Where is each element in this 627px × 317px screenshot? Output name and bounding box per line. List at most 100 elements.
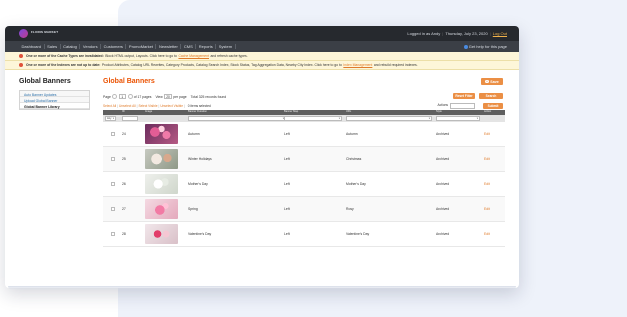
reset-filter-button[interactable]: Reset Filter: [453, 93, 475, 99]
view-label: View: [155, 94, 163, 99]
header-action: Action: [484, 110, 492, 113]
cache-message: One or more of the Cache Types are inval…: [5, 52, 519, 61]
row-id: 24: [122, 132, 126, 136]
banner-thumbnail: [145, 124, 178, 144]
nav-dashboard[interactable]: Dashboard: [19, 44, 45, 49]
submit-button[interactable]: Submit: [483, 103, 503, 109]
sidebar: Auto Banner Updates Upload Global Banner…: [19, 90, 90, 110]
page-input[interactable]: 1: [118, 94, 126, 99]
row-edit-link[interactable]: Edit: [484, 207, 505, 211]
page-label: Page: [103, 94, 111, 99]
logout-link[interactable]: Log Out: [493, 31, 507, 36]
row-position: Left: [284, 132, 290, 136]
save-button[interactable]: + Save: [481, 78, 503, 85]
table-row[interactable]: 24 Autumn Left Autumn Archived Edit: [103, 122, 505, 147]
help-link[interactable]: Get help for this page: [463, 44, 507, 49]
row-edit-link[interactable]: Edit: [484, 232, 505, 236]
grid-body: 24 Autumn Left Autumn Archived Edit 25 W…: [103, 122, 505, 247]
row-position: Left: [284, 232, 290, 236]
header-image: Image: [145, 110, 153, 113]
header-duration[interactable]: Banner Duration: [180, 110, 284, 115]
row-checkbox[interactable]: [111, 131, 115, 136]
header-map[interactable]: Banner Map: [284, 110, 346, 115]
plus-icon: +: [485, 78, 489, 84]
logo-icon[interactable]: [19, 29, 28, 38]
row-checkbox[interactable]: [111, 206, 115, 211]
row-position: Left: [284, 182, 290, 186]
total-records: Total 325 records found: [190, 94, 227, 99]
row-style: Rosy: [346, 207, 354, 211]
message-after: and rebuild required indexes.: [373, 63, 418, 67]
row-status: Archived: [436, 157, 450, 161]
page-title: Global Banners: [103, 78, 155, 85]
table-row[interactable]: 28 Valentine's Day Left Valentine's Day …: [103, 222, 505, 247]
header-checkbox-col: [103, 110, 118, 115]
select-visible-link[interactable]: Select Visible: [138, 104, 157, 108]
cache-management-link[interactable]: Cache Management: [178, 54, 209, 58]
chevron-down-icon: ▾: [476, 117, 478, 121]
chevron-down-icon: ▾: [338, 117, 340, 121]
error-icon: [19, 63, 23, 67]
next-page-button[interactable]: [127, 94, 133, 99]
row-status: Archived: [436, 132, 450, 136]
row-edit-link[interactable]: Edit: [484, 132, 505, 136]
nav-cms[interactable]: CMS: [181, 44, 197, 49]
logged-in-label: Logged in as Andy: [407, 31, 441, 36]
help-icon: [463, 44, 468, 49]
unselect-visible-link[interactable]: Unselect Visible: [160, 104, 183, 108]
mass-action-bar: Select All | Unselect All | Select Visible…: [103, 103, 505, 109]
nav-catalog[interactable]: Catalog: [61, 44, 81, 49]
banner-thumbnail: [145, 199, 178, 219]
message-after: and refresh cache types.: [210, 54, 248, 58]
row-edit-link[interactable]: Edit: [484, 182, 505, 186]
index-management-link[interactable]: Index Management: [343, 63, 372, 67]
nav-customers[interactable]: Customers: [101, 44, 127, 49]
row-id: 28: [122, 232, 126, 236]
filter-any-label: Any: [107, 117, 112, 121]
header-style[interactable]: Style: [436, 110, 484, 115]
table-row[interactable]: 26 Mother's Day Left Mother's Day Archiv…: [103, 172, 505, 197]
table-row[interactable]: 27 Spring Left Rosy Archived Edit: [103, 197, 505, 222]
message-bold: One or more of the Indexes are not up to…: [26, 63, 101, 67]
sidebar-item-library[interactable]: Global Banner Library: [20, 103, 89, 109]
row-status: Archived: [436, 207, 450, 211]
select-all-link[interactable]: Select All: [103, 104, 116, 108]
filter-id-input[interactable]: [122, 116, 138, 121]
banner-thumbnail: [145, 224, 178, 244]
main-panel: Global Banners + Save Page 1 of 17 pages …: [103, 78, 505, 247]
prev-page-button[interactable]: [111, 94, 117, 99]
actions-select[interactable]: [450, 103, 475, 109]
nav-newsletter[interactable]: Newsletter: [156, 44, 182, 49]
filter-url-select[interactable]: ▾: [346, 116, 432, 121]
filter-style-select[interactable]: ▾: [436, 116, 480, 121]
row-status: Archived: [436, 232, 450, 236]
filter-duration-select[interactable]: ▾: [188, 116, 284, 121]
admin-window: FLORIS MARKET Logged in as Andy | Thursday…: [5, 26, 519, 288]
nav-sales[interactable]: Sales: [45, 44, 61, 49]
actions-label: Actions: [437, 103, 448, 107]
search-button[interactable]: Search: [479, 93, 503, 99]
banner-thumbnail: [145, 149, 178, 169]
chevron-down-icon: ▾: [428, 117, 430, 121]
nav-promomarket[interactable]: PromoMarket: [126, 44, 157, 49]
row-checkbox[interactable]: [111, 231, 115, 236]
row-style: Valentine's Day: [346, 232, 370, 236]
nav-system[interactable]: System: [216, 44, 236, 49]
row-id: 27: [122, 207, 126, 211]
row-checkbox[interactable]: [111, 156, 115, 161]
row-edit-link[interactable]: Edit: [484, 157, 505, 161]
header-url[interactable]: URL: [346, 110, 436, 115]
row-checkbox[interactable]: [111, 181, 115, 186]
table-row[interactable]: 25 Winter Holidays Left Christmas Archiv…: [103, 147, 505, 172]
header-id[interactable]: ID: [118, 110, 145, 115]
window-shadow: [8, 286, 516, 290]
nav-vendors[interactable]: Vendors: [80, 44, 102, 49]
nav-reports[interactable]: Reports: [196, 44, 217, 49]
filter-map-select[interactable]: ▾: [284, 116, 342, 121]
per-page-select[interactable]: 20: [163, 94, 173, 99]
message-bold: One or more of the Cache Types are inval…: [26, 54, 104, 58]
filter-any-select[interactable]: Any ▾: [105, 116, 116, 121]
help-label: Get help for this page: [468, 44, 507, 49]
sidebar-title: Global Banners: [19, 78, 71, 85]
unselect-all-link[interactable]: Unselect All: [119, 104, 136, 108]
